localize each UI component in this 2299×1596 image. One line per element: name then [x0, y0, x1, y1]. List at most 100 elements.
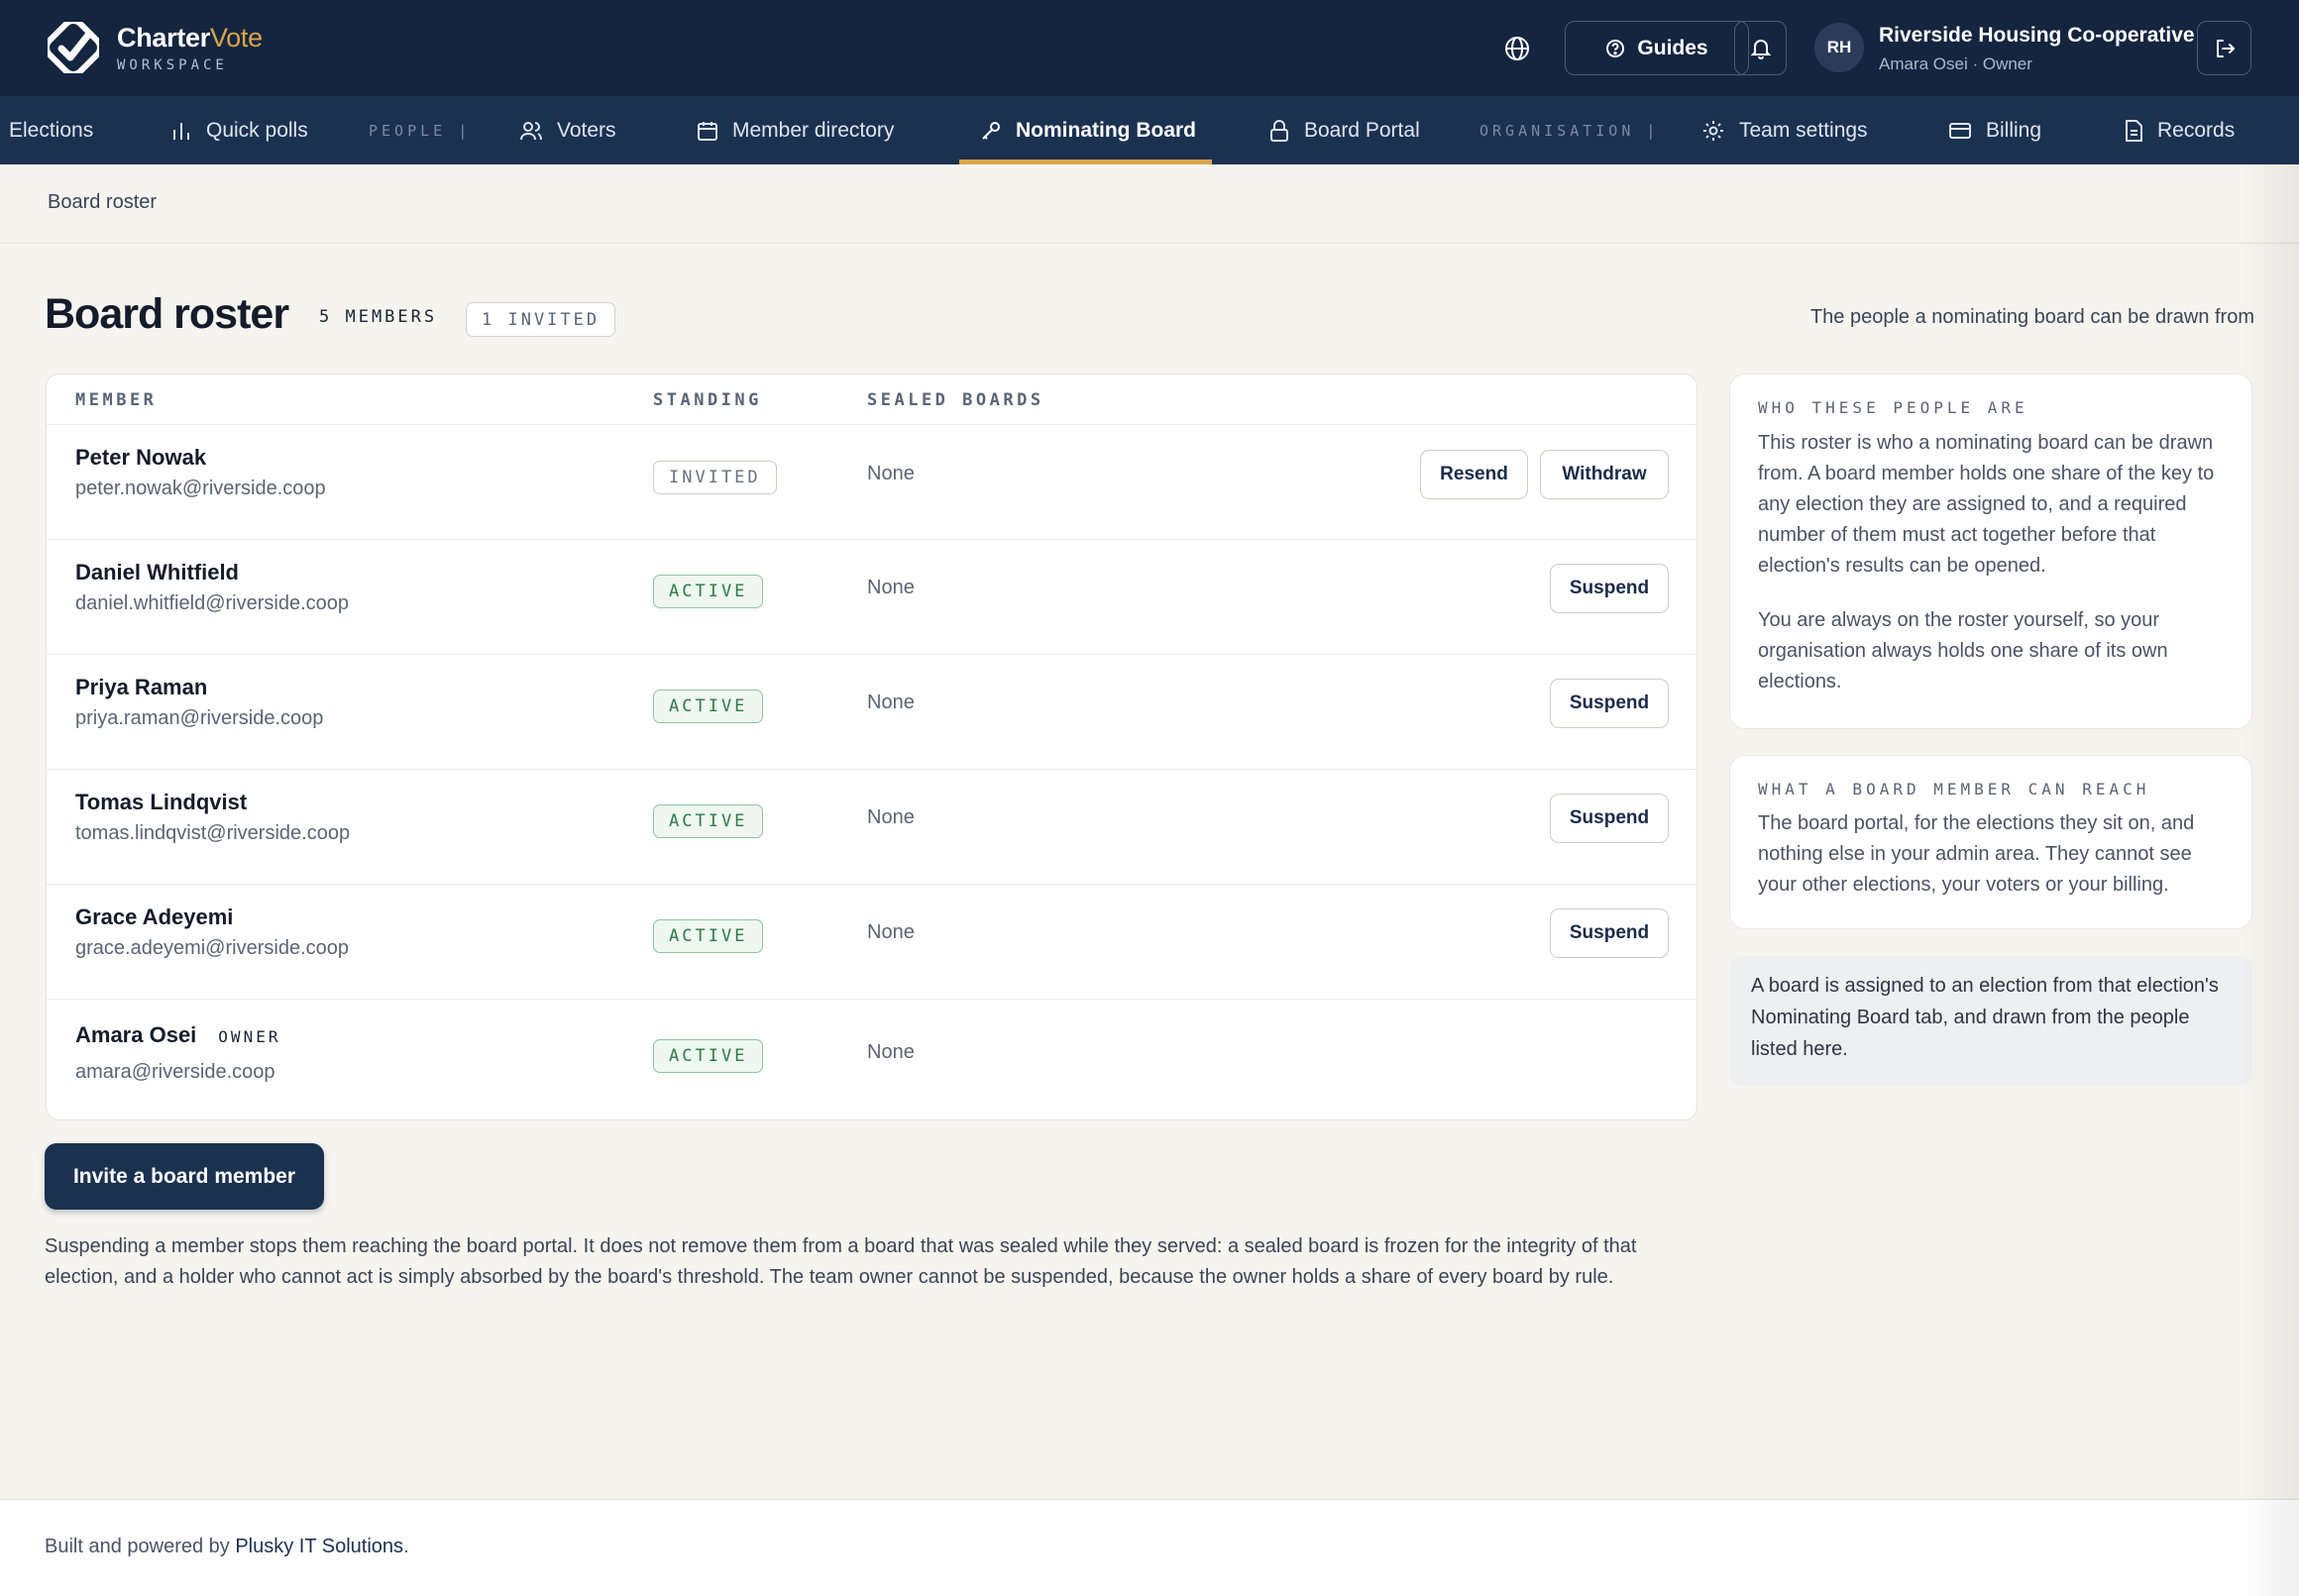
tab-board-portal-label: Board Portal	[1304, 118, 1420, 142]
resend-button[interactable]: Resend	[1420, 450, 1528, 499]
suspension-note: Suspending a member stops them reaching …	[45, 1235, 1637, 1288]
member-email: priya.raman@riverside.coop	[75, 707, 324, 729]
help-circle-icon	[1606, 39, 1625, 57]
table-row: Priya Raman priya.raman@riverside.coop A…	[47, 654, 1697, 769]
notifications-button[interactable]	[1734, 21, 1787, 75]
logout-button[interactable]	[2197, 21, 2251, 75]
tab-quick-polls[interactable]: Quick polls	[170, 96, 308, 164]
tab-team-settings-label: Team settings	[1739, 118, 1868, 142]
roster-table: MEMBER STANDING SEALED BOARDS Peter Nowa…	[46, 373, 1697, 1120]
suspend-button[interactable]: Suspend	[1550, 794, 1669, 843]
status-badge: ACTIVE	[653, 919, 764, 953]
member-name: Tomas Lindqvist	[75, 790, 248, 814]
tab-records-label: Records	[2157, 118, 2236, 142]
footer-company-link[interactable]: Plusky IT Solutions	[235, 1536, 403, 1557]
footer: Built and powered by Plusky IT Solutions…	[0, 1499, 2299, 1596]
member-email: grace.adeyemi@riverside.coop	[75, 937, 349, 959]
language-globe-icon[interactable]	[1498, 30, 1536, 67]
tab-billing[interactable]: Billing	[1948, 96, 2041, 164]
avatar[interactable]: RH	[1814, 23, 1864, 72]
withdraw-button[interactable]: Withdraw	[1540, 450, 1669, 499]
suspend-button[interactable]: Suspend	[1550, 564, 1669, 613]
brand-name: CharterVote	[117, 22, 263, 53]
board-assignment-note: A board is assigned to an election from …	[1729, 956, 2252, 1086]
sealed-boards-value: None	[867, 1041, 915, 1063]
who-these-people-are-card: WHO THESE PEOPLE ARE This roster is who …	[1729, 373, 2252, 729]
top-bar: CharterVote WORKSPACE Guides RH Riversid…	[0, 0, 2299, 96]
status-badge: ACTIVE	[653, 1039, 764, 1073]
tab-member-directory[interactable]: Member directory	[697, 96, 894, 164]
member-email: amara@riverside.coop	[75, 1061, 275, 1083]
sealed-boards-value: None	[867, 921, 915, 943]
organisation-name: Riverside Housing Co-operative	[1879, 24, 2195, 47]
member-name: Peter Nowak	[75, 445, 207, 470]
footer-suffix: .	[403, 1536, 409, 1557]
brand-logo[interactable]: CharterVote WORKSPACE	[48, 22, 263, 73]
member-email: tomas.lindqvist@riverside.coop	[75, 822, 351, 844]
logout-icon	[2216, 39, 2235, 57]
tab-voters[interactable]: Voters	[519, 96, 616, 164]
member-name: Amara Osei OWNER	[75, 1022, 280, 1048]
table-row: Tomas Lindqvist tomas.lindqvist@riversid…	[47, 769, 1697, 884]
member-name: Grace Adeyemi	[75, 904, 234, 929]
tab-quick-polls-label: Quick polls	[206, 118, 308, 142]
invite-board-member-button[interactable]: Invite a board member	[45, 1143, 324, 1210]
users-icon	[520, 121, 542, 140]
bell-icon	[1750, 39, 1771, 59]
tab-billing-label: Billing	[1986, 118, 2042, 142]
suspend-button[interactable]: Suspend	[1550, 679, 1669, 728]
account-info[interactable]: Riverside Housing Co-operative Amara Ose…	[1879, 24, 2195, 74]
side-card-label: WHAT A BOARD MEMBER CAN REACH	[1758, 780, 2150, 798]
side-card-text: The board portal, for the elections they…	[1758, 812, 2195, 896]
lock-icon	[1270, 119, 1288, 142]
column-header-member: MEMBER	[75, 390, 158, 410]
guides-button[interactable]: Guides	[1565, 21, 1749, 75]
suspend-button[interactable]: Suspend	[1550, 908, 1669, 958]
member-name-text: Amara Osei	[75, 1022, 197, 1047]
column-header-standing: STANDING	[653, 390, 762, 410]
breadcrumb-bar: Board roster	[0, 164, 2299, 244]
board-member-reach-card: WHAT A BOARD MEMBER CAN REACH The board …	[1729, 755, 2252, 929]
tab-voters-label: Voters	[557, 118, 616, 142]
guides-label: Guides	[1637, 36, 1708, 59]
member-email: daniel.whitfield@riverside.coop	[75, 592, 349, 614]
status-badge: ACTIVE	[653, 575, 764, 608]
member-name: Priya Raman	[75, 675, 208, 699]
tab-nominating-board-label: Nominating Board	[1016, 118, 1196, 142]
status-badge: ACTIVE	[653, 804, 764, 838]
nav-group-organisation: ORGANISATION |	[1479, 121, 1660, 140]
breadcrumb[interactable]: Board roster	[48, 191, 157, 214]
column-header-sealed-boards: SEALED BOARDS	[867, 390, 1044, 410]
footer-credit: Built and powered by Plusky IT Solutions…	[45, 1536, 409, 1558]
status-badge: INVITED	[653, 461, 777, 494]
key-icon	[982, 121, 1000, 140]
document-icon	[2126, 119, 2142, 142]
table-row: Grace Adeyemi grace.adeyemi@riverside.co…	[47, 884, 1697, 999]
brand-subtitle: WORKSPACE	[117, 56, 228, 73]
table-row: Daniel Whitfield daniel.whitfield@rivers…	[47, 539, 1697, 654]
tab-elections-label: Elections	[9, 118, 94, 142]
page-subtitle: The people a nominating board can be dra…	[1809, 306, 2254, 328]
gear-icon	[1703, 120, 1723, 141]
tab-elections[interactable]: Elections	[9, 96, 93, 164]
tab-team-settings[interactable]: Team settings	[1701, 96, 1868, 164]
page-title: Board roster	[45, 290, 289, 338]
sealed-boards-value: None	[867, 463, 915, 484]
sealed-boards-value: None	[867, 806, 915, 828]
tab-board-portal[interactable]: Board Portal	[1268, 96, 1420, 164]
side-card-text: You are always on the roster yourself, s…	[1758, 609, 2168, 692]
invited-count-badge: 1 INVITED	[466, 302, 616, 337]
members-count: 5 MEMBERS	[319, 307, 438, 327]
calendar-icon	[698, 121, 717, 141]
member-name: Daniel Whitfield	[75, 560, 239, 585]
tab-nominating-board[interactable]: Nominating Board	[980, 96, 1196, 164]
side-card-text: This roster is who a nominating board ca…	[1758, 432, 2215, 577]
owner-tag: OWNER	[218, 1027, 281, 1046]
nav-group-people: PEOPLE |	[369, 121, 472, 140]
tab-records[interactable]: Records	[2124, 96, 2235, 164]
member-email: peter.nowak@riverside.coop	[75, 478, 326, 499]
tab-member-directory-label: Member directory	[732, 118, 895, 142]
sealed-boards-value: None	[867, 577, 915, 598]
main-nav: Elections Quick polls PEOPLE | Voters Mem…	[0, 96, 2299, 164]
current-user: Amara Osei · Owner	[1879, 54, 2032, 73]
